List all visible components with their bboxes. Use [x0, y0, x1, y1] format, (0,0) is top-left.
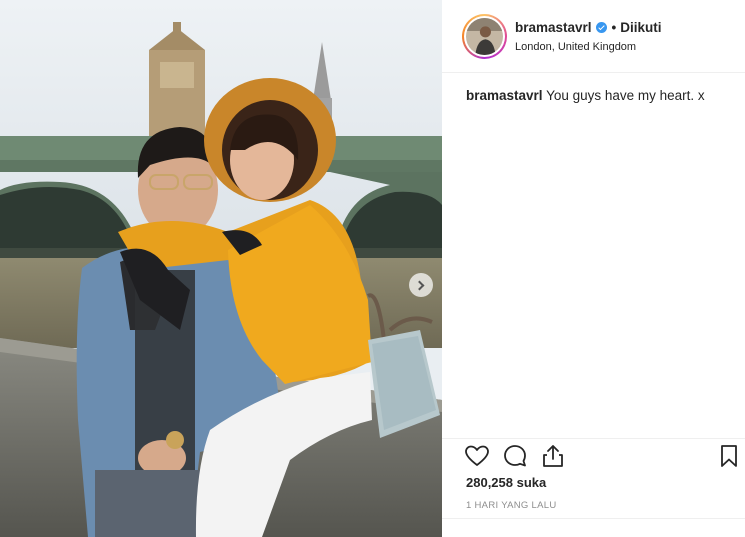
- post-header: bramastavrl • Diikuti London, United Kin…: [442, 0, 745, 73]
- post-info-panel: bramastavrl • Diikuti London, United Kin…: [442, 0, 745, 537]
- username-link[interactable]: bramastavrl: [515, 20, 592, 35]
- action-bar: [442, 438, 745, 470]
- save-button[interactable]: [716, 443, 742, 469]
- post-header-line: bramastavrl • Diikuti: [515, 20, 662, 35]
- chevron-right-icon: [414, 280, 425, 290]
- post-photo[interactable]: [0, 0, 442, 537]
- comment-divider: [442, 518, 745, 519]
- following-button[interactable]: Diikuti: [620, 20, 661, 35]
- comment-button[interactable]: [502, 443, 528, 469]
- post-timestamp[interactable]: 1 HARI YANG LALU: [466, 500, 557, 511]
- separator-dot: •: [611, 20, 617, 35]
- caption: bramastavrl You guys have my heart. x: [466, 87, 705, 105]
- avatar-image: [466, 18, 503, 55]
- like-count[interactable]: 280,258 suka: [466, 475, 546, 490]
- share-icon: [543, 445, 563, 467]
- verified-badge-icon: [595, 22, 607, 33]
- share-button[interactable]: [540, 443, 566, 469]
- photo-scene: [0, 0, 442, 537]
- caption-username-link[interactable]: bramastavrl: [466, 88, 543, 103]
- caption-text: You guys have my heart. x: [546, 88, 705, 103]
- heart-icon: [465, 445, 489, 466]
- comment-icon: [504, 445, 526, 467]
- location-link[interactable]: London, United Kingdom: [515, 41, 636, 53]
- avatar[interactable]: [462, 14, 507, 59]
- bookmark-icon: [721, 445, 737, 467]
- like-button[interactable]: [464, 443, 490, 469]
- carousel-next-button[interactable]: [409, 273, 433, 297]
